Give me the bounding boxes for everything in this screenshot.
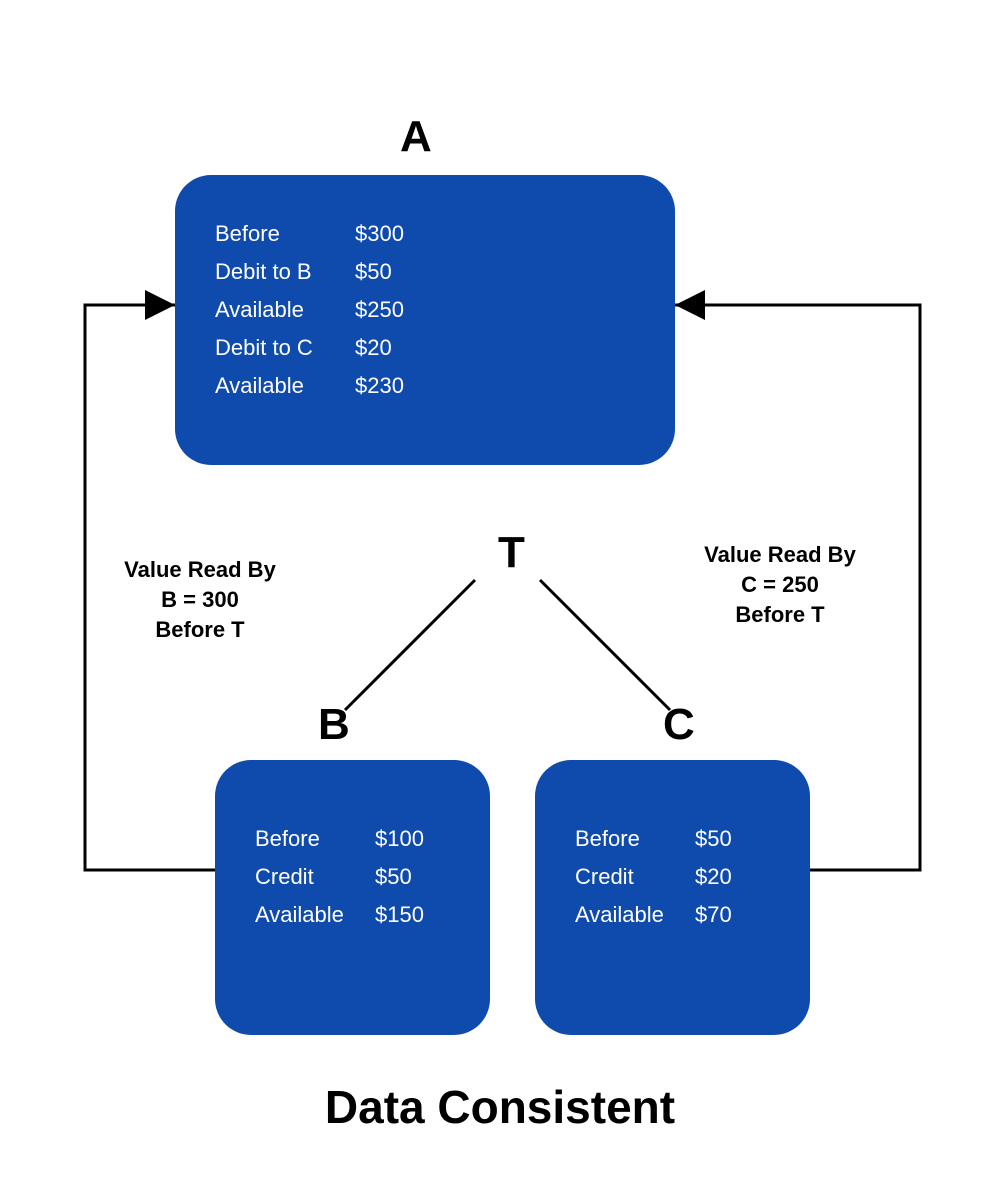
node-c-r1-value: $50 bbox=[695, 820, 732, 858]
node-a-r5-label: Available bbox=[215, 367, 355, 405]
side-right-l3: Before T bbox=[680, 600, 880, 630]
side-left-l2: B = 300 bbox=[100, 585, 300, 615]
side-label-right: Value Read By C = 250 Before T bbox=[680, 540, 880, 630]
node-c: Before$50 Credit$20 Available$70 bbox=[535, 760, 810, 1035]
node-a-r2-value: $50 bbox=[355, 253, 392, 291]
diagram-stage: A Before$300 Debit to B$50 Available$250… bbox=[0, 0, 1000, 1200]
node-c-r1-label: Before bbox=[575, 820, 695, 858]
node-a-r3-label: Available bbox=[215, 291, 355, 329]
node-b-r1-label: Before bbox=[255, 820, 375, 858]
node-a-r5-value: $230 bbox=[355, 367, 404, 405]
side-left-l1: Value Read By bbox=[100, 555, 300, 585]
side-right-l2: C = 250 bbox=[680, 570, 880, 600]
side-right-l1: Value Read By bbox=[680, 540, 880, 570]
node-a-r4-value: $20 bbox=[355, 329, 392, 367]
node-c-r2-label: Credit bbox=[575, 858, 695, 896]
diagram-title: Data Consistent bbox=[0, 1080, 1000, 1134]
node-a-r2-label: Debit to B bbox=[215, 253, 355, 291]
node-c-r3-label: Available bbox=[575, 896, 695, 934]
node-a-r3-value: $250 bbox=[355, 291, 404, 329]
node-c-r3-value: $70 bbox=[695, 896, 732, 934]
label-t: T bbox=[498, 528, 525, 578]
side-label-left: Value Read By B = 300 Before T bbox=[100, 555, 300, 645]
node-a: Before$300 Debit to B$50 Available$250 D… bbox=[175, 175, 675, 465]
node-b-r3-value: $150 bbox=[375, 896, 424, 934]
node-b-r2-label: Credit bbox=[255, 858, 375, 896]
node-b-r1-value: $100 bbox=[375, 820, 424, 858]
side-left-l3: Before T bbox=[100, 615, 300, 645]
node-a-r1-label: Before bbox=[215, 215, 355, 253]
label-c: C bbox=[663, 700, 695, 750]
node-b-r2-value: $50 bbox=[375, 858, 412, 896]
label-a: A bbox=[400, 112, 432, 162]
node-a-r4-label: Debit to C bbox=[215, 329, 355, 367]
node-b-r3-label: Available bbox=[255, 896, 375, 934]
label-b: B bbox=[318, 700, 350, 750]
node-c-r2-value: $20 bbox=[695, 858, 732, 896]
node-b: Before$100 Credit$50 Available$150 bbox=[215, 760, 490, 1035]
node-a-r1-value: $300 bbox=[355, 215, 404, 253]
